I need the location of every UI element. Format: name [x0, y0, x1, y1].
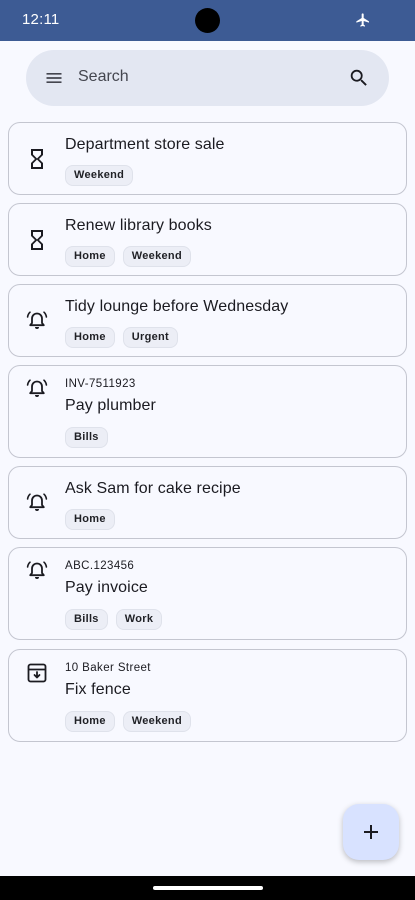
reminder-title: Ask Sam for cake recipe [65, 480, 241, 497]
navigation-bar [0, 876, 415, 900]
label-list: Home [65, 509, 115, 530]
reminder-title: Fix fence [65, 681, 131, 698]
label-chip[interactable]: Bills [65, 609, 108, 630]
label-list: Weekend [65, 165, 134, 186]
reminder-card[interactable]: Tidy lounge before Wednesday Home Urgent [8, 284, 407, 357]
label-chip[interactable]: Weekend [65, 165, 134, 186]
label-chip[interactable]: Urgent [122, 327, 179, 348]
label-list: Home Urgent [65, 327, 179, 348]
label-chip[interactable]: Home [65, 509, 115, 530]
reminder-card[interactable]: INV-7511923 Pay plumber Bills [8, 365, 407, 458]
camera-cutout [195, 8, 220, 33]
reminder-card[interactable]: Department store sale Weekend [8, 122, 407, 195]
add-reminder-button[interactable] [343, 804, 399, 860]
label-list: Bills [65, 427, 108, 448]
reminder-card[interactable]: Ask Sam for cake recipe Home [8, 466, 407, 539]
reminder-title: Pay plumber [65, 397, 156, 414]
label-chip[interactable]: Home [65, 246, 115, 267]
label-chip[interactable]: Work [115, 609, 163, 630]
reminder-title: Renew library books [65, 217, 212, 234]
search-bar[interactable]: Search [26, 50, 389, 106]
label-list: Bills Work [65, 609, 163, 630]
label-list: Home Weekend [65, 711, 191, 732]
label-chip[interactable]: Weekend [122, 246, 191, 267]
search-input[interactable]: Search [78, 68, 129, 86]
reminder-title: Department store sale [65, 136, 225, 153]
reminder-card[interactable]: ABC.123456 Pay invoice Bills Work [8, 547, 407, 640]
archive-icon [27, 663, 47, 683]
label-chip[interactable]: Weekend [122, 711, 191, 732]
status-time: 12:11 [22, 11, 60, 28]
gesture-handle[interactable] [153, 886, 263, 890]
airplane-mode-icon [356, 13, 369, 27]
reminder-card[interactable]: Renew library books Home Weekend [8, 203, 407, 276]
label-list: Home Weekend [65, 246, 191, 267]
label-chip[interactable]: Home [65, 711, 115, 732]
hourglass-icon [31, 230, 43, 250]
reminder-subtitle: INV-7511923 [65, 378, 136, 390]
reminder-subtitle: ABC.123456 [65, 560, 135, 572]
reminder-title: Tidy lounge before Wednesday [65, 298, 289, 315]
alarm-bell-icon [26, 561, 48, 579]
plus-icon [364, 825, 378, 839]
status-bar: 12:11 [0, 0, 415, 41]
label-chip[interactable]: Home [65, 327, 115, 348]
alarm-bell-icon [26, 493, 48, 511]
menu-icon[interactable] [44, 68, 64, 88]
alarm-bell-icon [26, 311, 48, 329]
alarm-bell-icon [26, 379, 48, 397]
reminder-card[interactable]: 10 Baker Street Fix fence Home Weekend [8, 649, 407, 742]
hourglass-icon [31, 149, 43, 169]
label-chip[interactable]: Bills [65, 427, 108, 448]
reminder-subtitle: 10 Baker Street [65, 662, 151, 674]
search-icon[interactable] [348, 67, 370, 89]
reminder-title: Pay invoice [65, 579, 148, 596]
